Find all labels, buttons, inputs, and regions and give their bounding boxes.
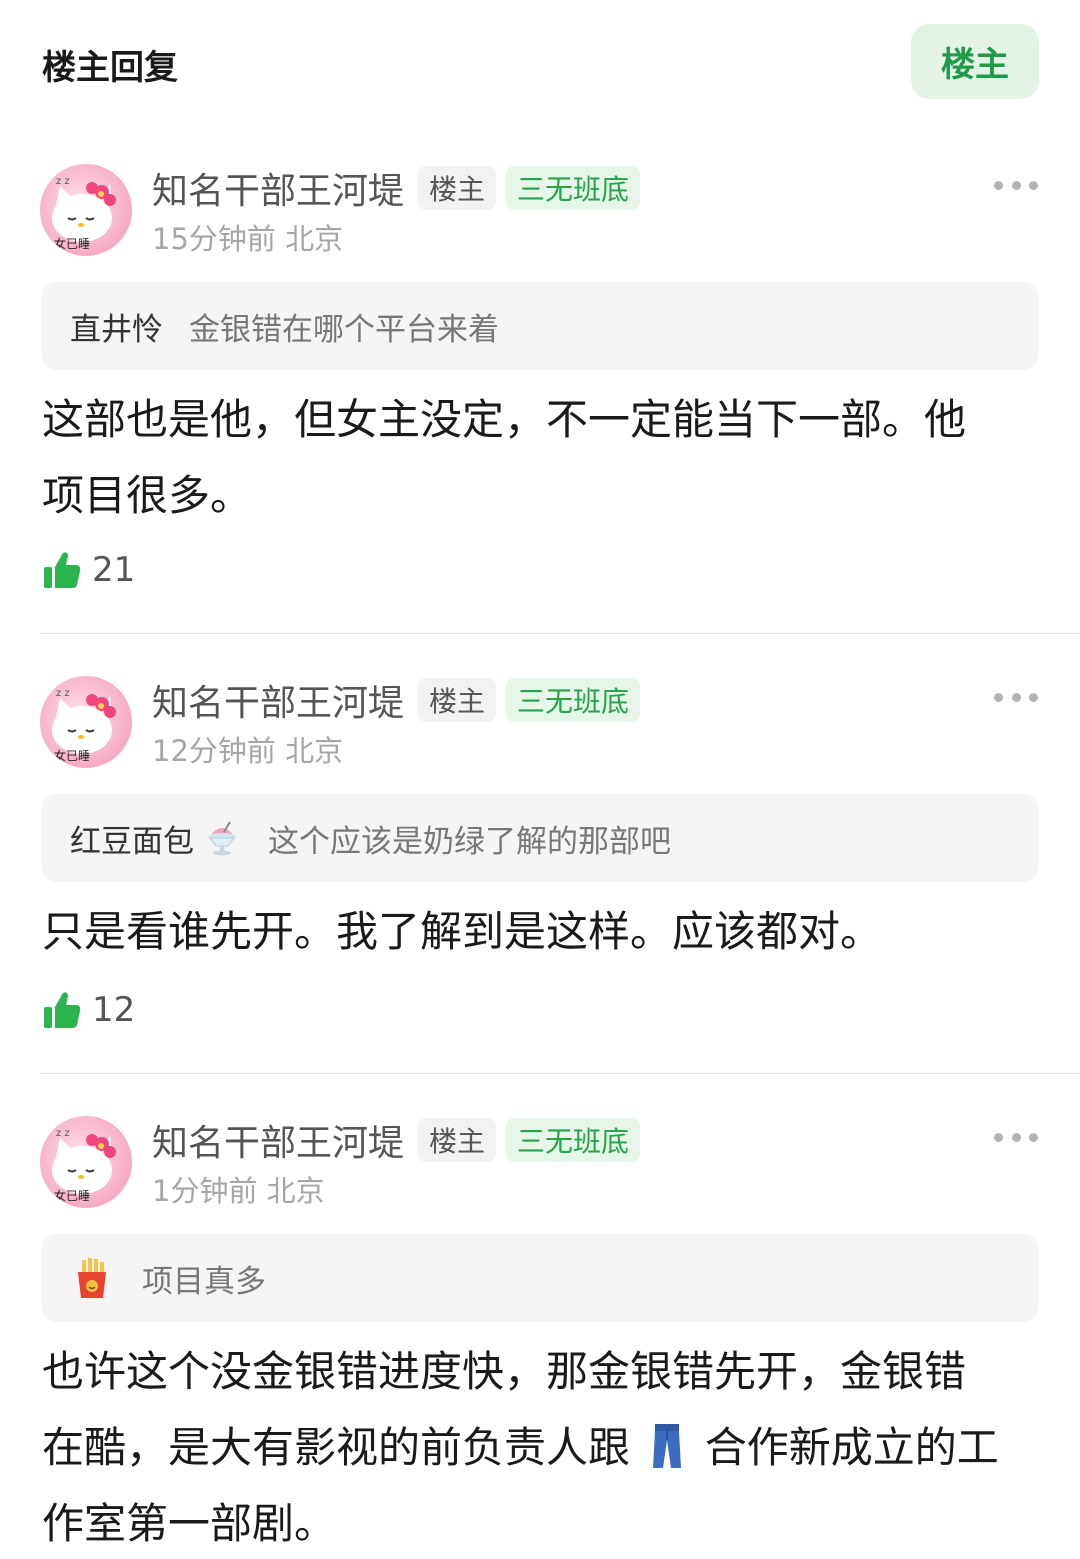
- jeans-icon: [653, 1424, 682, 1468]
- comment-body-line: 只是看谁先开。我了解到是这样。应该都对。: [42, 907, 883, 956]
- comment-body: 只是看谁先开。我了解到是这样。应该都对。: [42, 894, 1042, 970]
- comment-body-line: 项目很多。: [42, 471, 253, 520]
- op-badge: 楼主: [418, 166, 497, 210]
- like-count: 12: [92, 990, 136, 1030]
- svg-text:z z: z z: [56, 688, 70, 699]
- quoted-reply[interactable]: 红豆面包 这个应该是奶绿了解的那部吧: [42, 794, 1038, 882]
- comment-body-line: 也许这个没金银错进度快，那金银错先开，金银错: [42, 1347, 967, 1396]
- more-options-icon[interactable]: [994, 178, 1038, 192]
- op-badge: 楼主: [418, 1118, 497, 1162]
- comment-body-line: 在酷，是大有影视的前负责人跟: [42, 1423, 631, 1472]
- page-header: 楼主回复 楼主: [0, 0, 1080, 124]
- comment-body: 这部也是他，但女主没定，不一定能当下一部。他 项目很多。: [42, 382, 1042, 534]
- quoted-text: 这个应该是奶绿了解的那部吧: [268, 823, 671, 860]
- comment-body: 也许这个没金银错进度快，那金银错先开，金银错 在酷，是大有影视的前负责人跟 合作…: [42, 1334, 1042, 1559]
- page-title: 楼主回复: [42, 48, 178, 88]
- like-count: 21: [92, 550, 136, 590]
- avatar-caption: 女已睡: [54, 237, 91, 251]
- divider: [40, 633, 1080, 634]
- quoted-text: 金银错在哪个平台来着: [189, 311, 499, 348]
- avatar-caption: 女已睡: [54, 1189, 91, 1203]
- svg-text:z z: z z: [56, 176, 70, 187]
- comment-body-line: 合作新成立的工: [704, 1423, 999, 1472]
- user-line: 知名干部王河堤 楼主 三无班底: [152, 1116, 650, 1164]
- user-line: 知名干部王河堤 楼主 三无班底: [152, 676, 650, 724]
- thumbs-up-icon: [44, 992, 81, 1028]
- timestamp-location: 12分钟前 北京: [152, 734, 344, 768]
- avatar[interactable]: z z 女已睡: [40, 1116, 132, 1208]
- rank-badge: 三无班底: [506, 678, 641, 722]
- op-badge: 楼主: [418, 678, 497, 722]
- more-options-icon[interactable]: [994, 1130, 1038, 1144]
- rank-badge: 三无班底: [506, 166, 641, 210]
- avatar[interactable]: z z 女已睡: [40, 164, 132, 256]
- thumbs-up-icon: [44, 552, 81, 588]
- quoted-reply[interactable]: 项目真多: [42, 1234, 1038, 1322]
- quoted-text: 项目真多: [142, 1263, 266, 1300]
- more-options-icon[interactable]: [994, 690, 1038, 704]
- rank-badge: 三无班底: [506, 1118, 641, 1162]
- comment-body-line: 这部也是他，但女主没定，不一定能当下一部。他: [42, 395, 967, 444]
- timestamp-location: 15分钟前 北京: [152, 222, 344, 256]
- like-button[interactable]: 12: [42, 988, 135, 1032]
- divider: [40, 1073, 1080, 1074]
- username[interactable]: 知名干部王河堤: [152, 162, 404, 214]
- op-only-filter-button[interactable]: 楼主: [911, 24, 1039, 99]
- avatar[interactable]: z z 女已睡: [40, 676, 132, 768]
- quoted-username: 直井怜: [70, 311, 163, 348]
- username[interactable]: 知名干部王河堤: [152, 1114, 404, 1166]
- timestamp-location: 1分钟前 北京: [152, 1174, 325, 1208]
- quoted-username: 红豆面包: [70, 823, 194, 860]
- comment-body-line: 作室第一部剧。: [42, 1499, 337, 1548]
- shaved-ice-icon: [208, 821, 236, 856]
- quoted-reply[interactable]: 直井怜 金银错在哪个平台来着: [42, 282, 1038, 370]
- svg-text:z z: z z: [56, 1128, 70, 1139]
- like-button[interactable]: 21: [42, 548, 135, 592]
- avatar-caption: 女已睡: [54, 749, 91, 763]
- user-line: 知名干部王河堤 楼主 三无班底: [152, 164, 650, 212]
- username[interactable]: 知名干部王河堤: [152, 674, 404, 726]
- fries-avatar-icon[interactable]: [70, 1256, 114, 1300]
